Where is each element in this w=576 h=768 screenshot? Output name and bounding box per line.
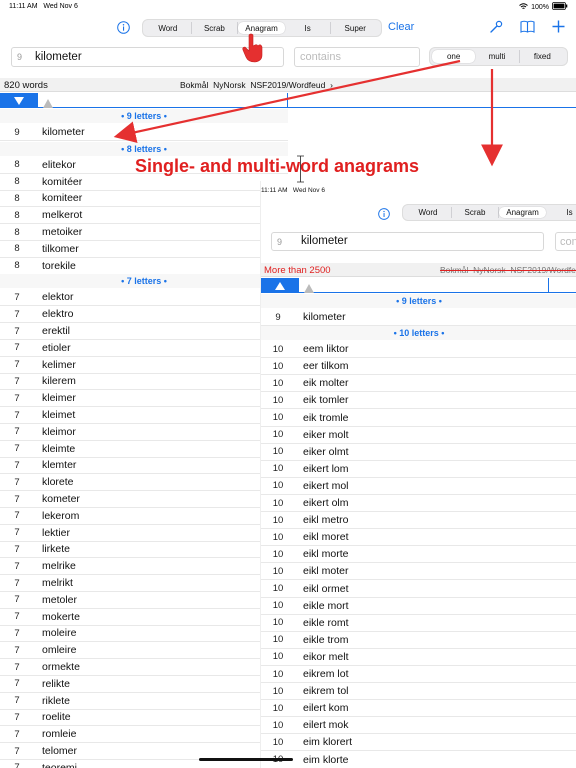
home-indicator [199, 758, 293, 761]
annotation-arrows [113, 59, 503, 167]
arrow-to-single-results [113, 59, 461, 143]
app-root: 11:11 AM Wed Nov 6 100% Word Scrab Anagr… [0, 0, 576, 768]
